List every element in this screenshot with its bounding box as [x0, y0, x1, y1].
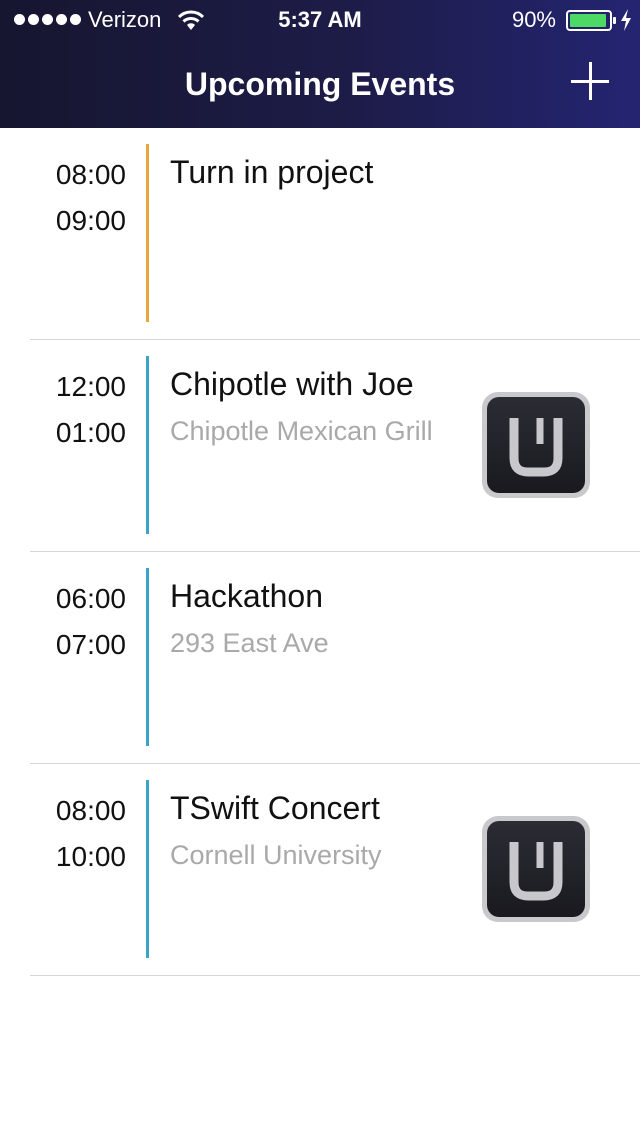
event-row[interactable]: 08:00 09:00 Turn in project	[0, 128, 640, 340]
event-start-time: 08:00	[55, 795, 126, 826]
event-location: Cornell University	[170, 840, 382, 870]
row-separator	[30, 975, 640, 976]
event-color-bar	[146, 144, 149, 322]
event-title: Chipotle with Joe	[170, 366, 414, 402]
event-title: Hackathon	[170, 578, 323, 614]
event-color-bar	[146, 356, 149, 534]
event-row[interactable]: 06:00 07:00 Hackathon 293 East Ave	[0, 552, 640, 764]
battery-icon	[566, 10, 616, 31]
event-title: Turn in project	[170, 154, 374, 190]
event-start-time: 12:00	[55, 371, 126, 402]
battery-percentage: 90%	[511, 7, 556, 32]
event-times: 12:00 01:00	[0, 364, 126, 456]
event-start-time: 08:00	[55, 159, 126, 190]
event-row[interactable]: 12:00 01:00 Chipotle with Joe Chipotle M…	[0, 340, 640, 552]
event-times: 08:00 10:00	[0, 788, 126, 880]
header: Verizon 5:37 AM 90% Upcoming Events	[0, 0, 640, 128]
event-title: TSwift Concert	[170, 790, 380, 826]
page-title: Upcoming Events	[184, 66, 456, 102]
uber-ride-button[interactable]	[482, 392, 590, 498]
event-location: 293 East Ave	[170, 628, 329, 658]
event-color-bar	[146, 780, 149, 958]
event-end-time: 07:00	[55, 629, 126, 660]
event-color-bar	[146, 568, 149, 746]
add-event-button[interactable]	[570, 62, 610, 102]
uber-logo-icon	[487, 821, 585, 917]
uber-ride-button[interactable]	[482, 816, 590, 922]
event-times: 06:00 07:00	[0, 576, 126, 668]
event-location: Chipotle Mexican Grill	[170, 416, 433, 446]
event-end-time: 10:00	[55, 841, 126, 872]
charging-bolt-icon	[621, 9, 631, 31]
event-start-time: 06:00	[55, 583, 126, 614]
status-bar: Verizon 5:37 AM 90%	[0, 0, 640, 40]
uber-logo-icon	[487, 397, 585, 493]
event-row[interactable]: 08:00 10:00 TSwift Concert Cornell Unive…	[0, 764, 640, 976]
event-end-time: 01:00	[55, 417, 126, 448]
event-end-time: 09:00	[55, 205, 126, 236]
event-times: 08:00 09:00	[0, 152, 126, 244]
